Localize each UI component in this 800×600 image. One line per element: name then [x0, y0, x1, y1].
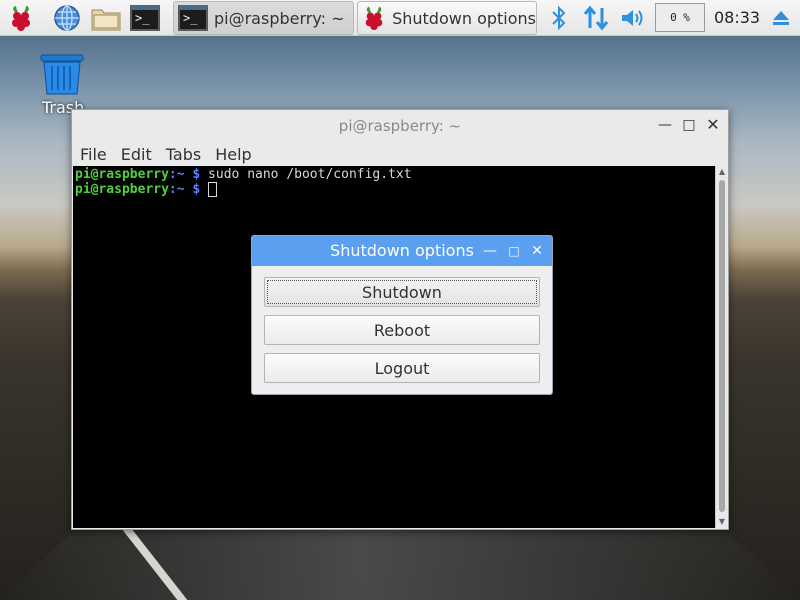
scrollbar[interactable]: ▲ ▼	[715, 166, 727, 528]
taskbar-item-label: pi@raspberry: ~	[214, 8, 345, 28]
window-title: pi@raspberry: ~	[338, 117, 462, 135]
taskbar-item-label: Shutdown options	[392, 8, 536, 28]
dialog-minimize-button[interactable]: —	[481, 242, 499, 260]
clock[interactable]: 08:33	[714, 8, 760, 27]
menu-file[interactable]: File	[80, 145, 107, 164]
menubar: File Edit Tabs Help	[72, 142, 728, 166]
scroll-up-icon[interactable]: ▲	[716, 166, 728, 178]
minimize-button[interactable]: —	[656, 116, 674, 134]
terminal-launcher-icon[interactable]: >_	[128, 2, 162, 34]
menu-edit[interactable]: Edit	[121, 145, 152, 164]
raspberry-icon	[365, 6, 383, 31]
dialog-close-button[interactable]: ✕	[528, 242, 546, 260]
shutdown-button[interactable]: Shutdown	[264, 277, 540, 307]
terminal-line: pi@raspberry:~ $ sudo nano /boot/config.…	[75, 167, 412, 182]
scrollbar-thumb[interactable]	[719, 180, 725, 512]
volume-icon[interactable]	[618, 2, 648, 34]
trash-icon[interactable]	[38, 52, 86, 102]
menu-help[interactable]: Help	[215, 145, 251, 164]
logout-button[interactable]: Logout	[264, 353, 540, 383]
shutdown-dialog[interactable]: Shutdown options — □ ✕ Shutdown Reboot L…	[251, 235, 553, 395]
cpu-usage-monitor[interactable]: 0 %	[655, 3, 705, 32]
text-cursor	[208, 182, 218, 197]
raspberry-menu-icon[interactable]	[4, 2, 38, 34]
reboot-button[interactable]: Reboot	[264, 315, 540, 345]
eject-icon[interactable]	[768, 2, 794, 34]
dialog-titlebar[interactable]: Shutdown options — □ ✕	[252, 236, 552, 266]
bluetooth-icon[interactable]	[546, 2, 572, 34]
menu-tabs[interactable]: Tabs	[166, 145, 201, 164]
terminal-icon: >_	[178, 5, 208, 31]
terminal-line: pi@raspberry:~ $	[75, 182, 714, 197]
file-manager-icon[interactable]	[88, 2, 124, 34]
web-browser-icon[interactable]	[50, 2, 84, 34]
top-panel: >_ >_ pi@raspberry: ~ Shutdown options 0…	[0, 0, 800, 36]
scroll-down-icon[interactable]: ▼	[716, 516, 728, 528]
network-icon[interactable]	[580, 2, 612, 34]
taskbar-item-shutdown[interactable]: Shutdown options	[357, 1, 537, 35]
taskbar-item-terminal[interactable]: >_ pi@raspberry: ~	[173, 1, 354, 35]
dialog-title: Shutdown options	[330, 241, 474, 260]
close-button[interactable]: ✕	[704, 116, 722, 134]
maximize-button[interactable]: □	[680, 116, 698, 134]
dialog-maximize-button[interactable]: □	[505, 242, 523, 260]
